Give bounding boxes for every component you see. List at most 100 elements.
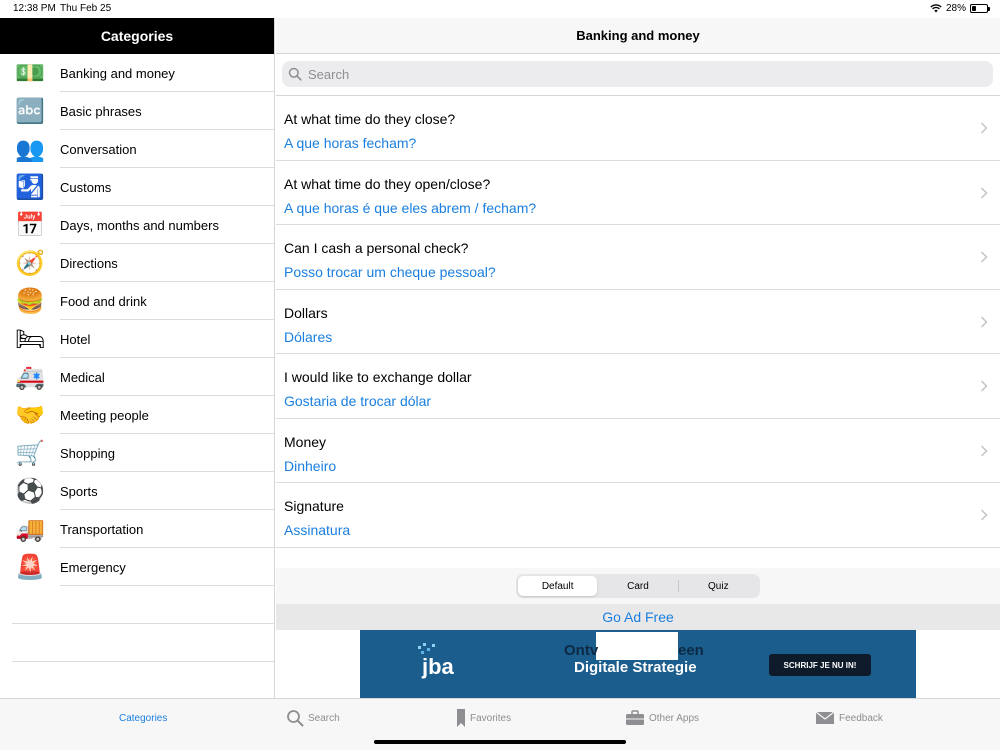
sidebar-item-label: Directions [60, 255, 118, 271]
sidebar-item[interactable]: 📅 Days, months and numbers [0, 206, 274, 244]
tab-other-apps[interactable]: Other Apps [625, 707, 699, 729]
tab-search[interactable]: Search [286, 707, 340, 729]
phrase-portuguese: Assinatura [284, 522, 351, 538]
search-input[interactable] [308, 66, 908, 82]
phrase-row[interactable]: Signature Assinatura [276, 483, 1000, 548]
phrase-portuguese: A que horas é que eles abrem / fecham? [284, 199, 537, 216]
go-ad-free-button[interactable]: Go Ad Free [276, 604, 1000, 630]
bookmark-icon [457, 709, 465, 727]
sidebar-item[interactable]: 🛏 Hotel [0, 320, 274, 358]
sidebar-item-label: Emergency [60, 559, 126, 575]
sidebar-item-label: Food and drink [60, 293, 147, 309]
tab-favorites[interactable]: Favorites [456, 707, 511, 729]
phrase-row[interactable]: I would like to exchange dollar Gostaria … [276, 354, 1000, 419]
abc-icon: 🔤 [15, 97, 45, 125]
money-icon: 💵 [15, 59, 45, 87]
people-icon: 👥 [15, 135, 45, 163]
mode-default[interactable]: Default [518, 576, 598, 596]
sidebar-item-label: Days, months and numbers [60, 217, 219, 233]
sidebar-item[interactable]: 🛂 Customs [0, 168, 274, 206]
tab-label: Favorites [470, 712, 512, 724]
sidebar-item-label: Customs [60, 179, 112, 195]
phrase-row[interactable]: At what time do they close? A que horas f… [276, 96, 1000, 161]
tab-label: Other Apps [649, 712, 700, 724]
phrase-row[interactable]: Can I cash a personal check? Posso trocar… [276, 225, 1000, 290]
tab-categories[interactable]: Categories [119, 707, 167, 729]
handshake-icon: 🤝 [15, 401, 45, 429]
chevron-right-icon [980, 444, 988, 457]
compass-icon: 🧭 [15, 249, 45, 277]
truck-icon: 🚚 [15, 515, 45, 543]
sidebar-item[interactable]: ⚽ Sports [0, 472, 274, 510]
briefcase-icon [626, 710, 644, 725]
phrase-portuguese: Posso trocar um cheque pessoal? [284, 264, 496, 280]
phrase-list: At what time do they close? A que horas f… [276, 96, 1000, 566]
sidebar-item[interactable]: 💵 Banking and money [0, 54, 274, 92]
bed-icon: 🛏 [14, 325, 46, 353]
ad-banner[interactable]: jba Ontv een Digitale Strategie SCHRIJF … [360, 630, 916, 698]
sidebar-item[interactable]: 🧭 Directions [0, 244, 274, 282]
app-root: 12:38 PM Thu Feb 25 28% Categories 💵 Bank… [0, 0, 1000, 750]
sidebar-item[interactable]: 🚚 Transportation [0, 510, 274, 548]
sidebar-item[interactable]: 👥 Conversation [0, 130, 274, 168]
sidebar-title: Categories [0, 18, 274, 54]
page-title: Banking and money [276, 18, 1000, 54]
status-bar: 12:38 PM Thu Feb 25 28% [0, 0, 1000, 18]
wifi-icon [930, 4, 942, 13]
categories-sidebar: Categories 💵 Banking and money 🔤 Basic phra… [0, 18, 275, 698]
banner-logo: jba [422, 654, 454, 679]
phrase-row[interactable]: Money Dinheiro [276, 419, 1000, 483]
chevron-right-icon [980, 122, 988, 134]
battery-icon [970, 4, 990, 13]
phrase-english: Can I cash a personal check? [284, 240, 469, 256]
sidebar-item-label: Conversation [60, 141, 137, 157]
banner-cta-button[interactable]: SCHRIJF JE NU IN! [769, 654, 871, 676]
search-icon [287, 710, 304, 727]
phrase-english: I would like to exchange dollar [284, 369, 472, 385]
sidebar-item-label: Meeting people [60, 407, 149, 423]
calendar-icon: 📅 [15, 211, 45, 239]
mode-quiz[interactable]: Quiz [679, 576, 758, 596]
sidebar-item[interactable]: 🤝 Meeting people [0, 396, 274, 434]
search-bar [276, 54, 1000, 96]
home-indicator[interactable] [374, 740, 626, 744]
phrase-portuguese: Gostaria de trocar dólar [284, 393, 432, 409]
phrase-row[interactable]: Dollars Dólares [276, 290, 1000, 354]
banner-redaction [596, 632, 678, 660]
sidebar-item[interactable]: 🚑 Medical [0, 358, 274, 396]
chevron-right-icon [980, 315, 988, 328]
phrase-english: Signature [284, 498, 344, 514]
status-time: 12:38 PM [13, 3, 56, 14]
status-right: 28% [930, 3, 990, 14]
tab-feedback[interactable]: Feedback [815, 707, 883, 729]
mode-segmented-control: Default Card Quiz [516, 574, 760, 598]
mode-card[interactable]: Card [598, 576, 677, 596]
phrase-english: Money [284, 433, 327, 450]
mode-bar: Default Card Quiz [276, 568, 1000, 604]
siren-icon: 🚨 [15, 553, 45, 581]
status-date: Thu Feb 25 [60, 3, 112, 14]
banner-headline-end: een [678, 642, 704, 659]
search-field[interactable] [282, 61, 993, 87]
phrase-row[interactable]: At what time do they open/close? A que ho… [276, 161, 1000, 225]
sidebar-item[interactable]: 🛒 Shopping [0, 434, 274, 472]
banner-headline-start: Ontv [564, 642, 599, 659]
sidebar-item[interactable]: 🔤 Basic phrases [0, 92, 274, 130]
burger-icon: 🍔 [15, 287, 45, 315]
empty-row [0, 586, 274, 624]
category-list: 💵 Banking and money 🔤 Basic phrases 👥 Convers… [0, 54, 274, 586]
sidebar-item[interactable]: 🍔 Food and drink [0, 282, 274, 320]
banner-headline-second: Digitale Strategie [574, 659, 697, 676]
search-icon [288, 67, 302, 81]
tab-label: Categories [119, 712, 168, 724]
tab-label: Search [308, 712, 340, 724]
phrase-panel: Banking and money At what time do they c… [276, 18, 1000, 698]
sidebar-item[interactable]: 🚨 Emergency [0, 548, 274, 586]
phrase-portuguese: Dólares [284, 328, 333, 345]
customs-officer-icon: 🛂 [15, 173, 45, 201]
phrase-english: At what time do they close? [284, 111, 456, 127]
sidebar-item-label: Medical [60, 369, 105, 385]
phrase-english: Dollars [284, 304, 328, 321]
chevron-right-icon [980, 251, 988, 263]
sidebar-item-label: Basic phrases [60, 103, 142, 119]
